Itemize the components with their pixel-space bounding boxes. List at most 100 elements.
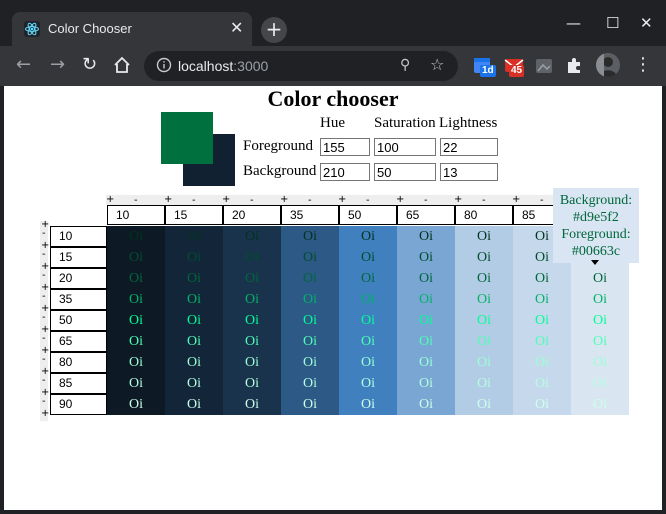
bookmark-star-icon[interactable]: ☆ (430, 55, 444, 74)
color-cell[interactable]: Oi (165, 289, 223, 310)
color-cell[interactable]: Oi (281, 352, 339, 373)
color-cell[interactable]: Oi (107, 226, 165, 247)
column-header[interactable]: 80 (455, 205, 513, 225)
color-cell[interactable]: Oi (281, 310, 339, 331)
color-cell[interactable]: Oi (513, 373, 571, 394)
tab-close-icon[interactable]: ✕ (230, 20, 243, 36)
home-icon[interactable] (113, 56, 131, 74)
color-cell[interactable]: Oi (339, 268, 397, 289)
color-cell[interactable]: Oi (571, 373, 629, 394)
color-cell[interactable]: Oi (513, 310, 571, 331)
color-cell[interactable]: Oi (107, 247, 165, 268)
column-header[interactable]: 15 (165, 205, 223, 225)
color-cell[interactable]: Oi (397, 373, 455, 394)
color-cell[interactable]: Oi (223, 226, 281, 247)
foreground-saturation-input[interactable] (374, 138, 436, 156)
row-minus-button[interactable]: - (42, 271, 46, 281)
column-plus-button[interactable]: + (280, 195, 288, 205)
color-cell[interactable]: Oi (281, 373, 339, 394)
image-extension-icon[interactable] (534, 56, 554, 76)
color-cell[interactable]: Oi (165, 247, 223, 268)
color-cell[interactable]: Oi (223, 247, 281, 268)
column-header[interactable]: 35 (281, 205, 339, 225)
back-arrow-icon[interactable]: ← (16, 54, 31, 75)
color-cell[interactable]: Oi (513, 289, 571, 310)
row-header[interactable]: 10 (50, 226, 107, 247)
row-minus-button[interactable]: - (42, 376, 46, 386)
row-header[interactable]: 65 (50, 331, 107, 352)
row-minus-button[interactable]: - (42, 313, 46, 323)
column-plus-button[interactable]: + (454, 195, 462, 205)
row-plus-button[interactable]: + (41, 409, 49, 419)
mail-extension-icon[interactable]: 45 (504, 56, 525, 77)
color-cell[interactable]: Oi (223, 373, 281, 394)
color-cell[interactable]: Oi (571, 352, 629, 373)
color-cell[interactable]: Oi (339, 247, 397, 268)
info-icon[interactable] (156, 57, 172, 73)
color-cell[interactable]: Oi (165, 331, 223, 352)
row-minus-button[interactable]: - (42, 397, 46, 407)
color-cell[interactable]: Oi (281, 268, 339, 289)
color-cell[interactable]: Oi (165, 310, 223, 331)
color-cell[interactable]: Oi (339, 394, 397, 415)
color-cell[interactable]: Oi (571, 268, 629, 289)
color-cell[interactable]: Oi (281, 331, 339, 352)
color-cell[interactable]: Oi (397, 289, 455, 310)
color-cell[interactable]: Oi (165, 226, 223, 247)
color-cell[interactable]: Oi (281, 247, 339, 268)
color-cell[interactable]: Oi (223, 394, 281, 415)
color-cell[interactable]: Oi (455, 331, 513, 352)
foreground-lightness-input[interactable] (440, 138, 498, 156)
profile-avatar[interactable] (596, 53, 620, 77)
color-cell[interactable]: Oi (223, 268, 281, 289)
background-saturation-input[interactable] (374, 163, 436, 181)
color-cell[interactable]: Oi (107, 331, 165, 352)
calendar-extension-icon[interactable]: 1d (473, 56, 496, 77)
color-cell[interactable]: Oi (513, 352, 571, 373)
minimize-icon[interactable]: — (566, 14, 581, 32)
color-cell[interactable]: Oi (513, 394, 571, 415)
color-cell[interactable]: Oi (513, 268, 571, 289)
row-minus-button[interactable]: - (42, 229, 46, 239)
color-cell[interactable]: Oi (165, 373, 223, 394)
color-cell[interactable]: Oi (339, 310, 397, 331)
zoom-icon[interactable]: ⚲ (400, 57, 410, 73)
row-minus-button[interactable]: - (42, 292, 46, 302)
color-cell[interactable]: Oi (455, 289, 513, 310)
color-cell[interactable]: Oi (223, 289, 281, 310)
color-cell[interactable]: Oi (513, 331, 571, 352)
column-header[interactable]: 20 (223, 205, 281, 225)
row-header[interactable]: 85 (50, 373, 107, 394)
color-cell[interactable]: Oi (397, 352, 455, 373)
browser-menu-icon[interactable]: ⋮ (634, 54, 652, 75)
color-cell[interactable]: Oi (455, 394, 513, 415)
color-cell[interactable]: Oi (397, 394, 455, 415)
row-minus-button[interactable]: - (42, 334, 46, 344)
background-hue-input[interactable] (320, 163, 370, 181)
column-plus-button[interactable]: + (164, 195, 172, 205)
color-cell[interactable]: Oi (107, 268, 165, 289)
maximize-icon[interactable]: ☐ (606, 14, 619, 32)
color-cell[interactable]: Oi (397, 268, 455, 289)
color-cell[interactable]: Oi (223, 352, 281, 373)
color-cell[interactable]: Oi (571, 310, 629, 331)
color-cell[interactable]: Oi (339, 289, 397, 310)
color-cell[interactable]: Oi (455, 226, 513, 247)
color-cell[interactable]: Oi (107, 289, 165, 310)
column-plus-button[interactable]: + (338, 195, 346, 205)
row-header[interactable]: 20 (50, 268, 107, 289)
color-cell[interactable]: Oi (223, 331, 281, 352)
color-cell[interactable]: Oi (339, 226, 397, 247)
row-header[interactable]: 80 (50, 352, 107, 373)
color-cell[interactable]: Oi (397, 331, 455, 352)
column-plus-button[interactable]: + (396, 195, 404, 205)
color-cell[interactable]: Oi (165, 268, 223, 289)
color-cell[interactable]: Oi (571, 331, 629, 352)
color-cell[interactable]: Oi (339, 373, 397, 394)
color-cell[interactable]: Oi (339, 352, 397, 373)
color-cell[interactable]: Oi (571, 289, 629, 310)
browser-tab[interactable]: Color Chooser ✕ (12, 12, 252, 46)
column-header[interactable]: 50 (339, 205, 397, 225)
color-cell[interactable]: Oi (455, 352, 513, 373)
color-cell[interactable]: Oi (455, 373, 513, 394)
